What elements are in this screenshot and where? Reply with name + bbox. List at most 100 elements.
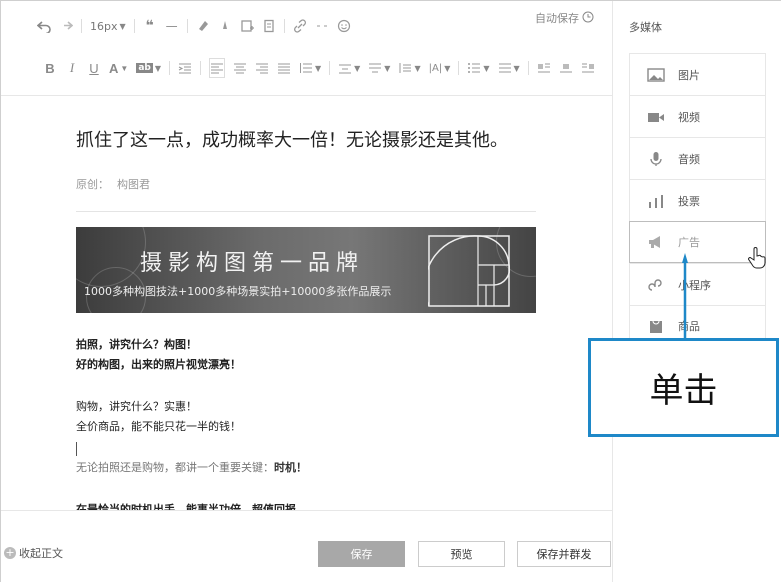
text-cursor [76, 442, 77, 456]
poll-icon [646, 193, 666, 209]
paragraph[interactable]: 好的构图，出来的照片视觉漂亮！ [76, 355, 241, 375]
align-center-icon[interactable] [233, 58, 247, 78]
chevron-down-icon: ▼ [314, 63, 322, 73]
chevron-down-icon: ▼ [384, 63, 391, 73]
sidebar-item-label: 广告 [678, 236, 700, 249]
author-name: 构图君 [117, 178, 150, 191]
sidebar-item-image[interactable]: 图片 [629, 53, 766, 95]
paragraph[interactable]: 拍照，讲究什么？构图！ [76, 335, 197, 355]
space-after-icon[interactable]: ▼ [368, 58, 390, 78]
save-and-publish-button[interactable]: 保存并群发 [517, 541, 611, 567]
align-left-icon[interactable] [208, 58, 225, 78]
sidebar-item-mini-program[interactable]: 小程序 [629, 263, 766, 305]
toolbar-separator [81, 19, 82, 33]
title-divider [76, 211, 536, 212]
plus-circle-icon: + [4, 546, 16, 559]
paragraph[interactable]: 在最恰当的时机出手，能事半功倍，超值回报 [76, 500, 296, 510]
align-justify-icon[interactable] [277, 58, 291, 78]
paragraph[interactable]: 无论拍照还是购物，都讲一个重要关键：时机！ [76, 458, 307, 478]
background-color-button[interactable]: ab ▼ [136, 58, 161, 78]
collapse-body-button[interactable]: + 收起正文 [4, 545, 63, 561]
clear-format-icon[interactable] [218, 16, 232, 36]
banner-title: 摄影构图第一品牌 [140, 251, 365, 276]
chevron-down-icon: ▼ [354, 63, 361, 73]
editor-body[interactable]: 抓住了这一点，成功概率大一倍！无论摄影还是其他。 原创： 构图君 摄影构图第一品牌… [1, 97, 612, 510]
font-color-label: A [109, 60, 119, 76]
collapse-body-label: 收起正文 [19, 547, 63, 560]
clock-icon [582, 11, 594, 26]
chevron-down-icon: ▼ [414, 63, 421, 73]
chevron-down-icon: ▼ [513, 63, 520, 73]
letter-spacing-icon[interactable]: |A| ▼ [429, 58, 451, 78]
font-size-value: 16px [90, 19, 118, 33]
font-size-select[interactable]: 16px ▼ [90, 16, 126, 36]
link-icon[interactable] [293, 16, 307, 36]
chevron-down-icon: ▼ [444, 63, 451, 73]
sidebar-item-audio[interactable]: 音频 [629, 137, 766, 179]
author-label: 原创： [76, 178, 109, 191]
editor-window: 16px ▼ ❝ — 自动保存 B I U A ▼ ab ▼ ▼ ▼ ▼ ▼ |… [0, 0, 781, 582]
banner-image[interactable]: 摄影构图第一品牌 1000多种构图技法+1000多种场景实拍+10000多张作品… [76, 227, 536, 313]
annotation-arrow [682, 253, 688, 339]
article-title[interactable]: 抓住了这一点，成功概率大一倍！无论摄影还是其他。 [76, 126, 508, 152]
font-color-button[interactable]: A ▼ [109, 58, 128, 78]
chevron-down-icon: ▼ [483, 63, 490, 73]
horizontal-rule-icon[interactable]: — [165, 16, 179, 36]
megaphone-icon [646, 234, 666, 250]
product-icon [646, 318, 666, 334]
toolbar-separator [458, 61, 460, 75]
chevron-down-icon: ▼ [119, 21, 126, 31]
float-left-icon[interactable] [537, 58, 551, 78]
undo-icon[interactable] [37, 16, 51, 36]
sidebar-title: 多媒体 [629, 21, 662, 34]
indent-icon[interactable] [178, 58, 192, 78]
format-painter-icon[interactable] [196, 16, 210, 36]
float-none-icon[interactable] [559, 58, 573, 78]
media-sidebar: 多媒体 图片 视频 音频 投票 广告 小程序 商品 [612, 1, 781, 582]
emoji-icon[interactable] [337, 16, 351, 36]
ordered-list-icon[interactable]: ▼ [467, 58, 490, 78]
autosave-label: 自动保存 [535, 12, 579, 25]
image-icon [646, 67, 666, 83]
underline-button[interactable]: U [87, 58, 101, 78]
line-height-icon[interactable]: ▼ [398, 58, 421, 78]
unlink-icon[interactable] [315, 16, 329, 36]
article-author[interactable]: 原创： 构图君 [76, 176, 158, 192]
save-button[interactable]: 保存 [318, 541, 405, 567]
sidebar-item-label: 音频 [678, 152, 700, 166]
space-before-icon[interactable]: ▼ [338, 58, 360, 78]
banner-subtitle: 1000多种构图技法+1000多种场景实拍+10000多张作品展示 [84, 285, 392, 298]
toolbar-separator [527, 61, 529, 75]
toolbar-separator [283, 19, 285, 33]
sidebar-item-label: 图片 [678, 68, 700, 82]
float-right-icon[interactable] [581, 58, 595, 78]
sidebar-item-video[interactable]: 视频 [629, 95, 766, 137]
video-icon [646, 109, 666, 125]
sidebar-item-ad[interactable]: 广告 [629, 221, 766, 263]
sidebar-item-label: 投票 [678, 194, 700, 208]
paragraph-emphasis: 时机！ [274, 461, 307, 474]
sidebar-item-label: 视频 [678, 110, 700, 124]
hand-pointer-icon [748, 247, 766, 269]
redo-icon[interactable] [59, 16, 73, 36]
insert-template-icon[interactable] [240, 16, 254, 36]
unordered-list-icon[interactable]: ▼ [498, 58, 520, 78]
paragraph[interactable]: 全价商品，能不能只花一半的钱！ [76, 417, 241, 437]
toolbar-separator [329, 61, 331, 75]
chevron-down-icon: ▼ [120, 63, 129, 73]
paragraph-spacing-icon[interactable]: ▼ [299, 58, 321, 78]
annotation-callout: 单击 [588, 338, 779, 437]
sidebar-item-poll[interactable]: 投票 [629, 179, 766, 221]
blockquote-icon[interactable]: ❝ [143, 16, 157, 36]
italic-button[interactable]: I [65, 58, 79, 78]
document-icon[interactable] [262, 16, 276, 36]
preview-button[interactable]: 预览 [418, 541, 505, 567]
golden-spiral-logo [428, 235, 510, 307]
align-right-icon[interactable] [255, 58, 269, 78]
toolbar-separator [199, 61, 201, 75]
toolbar-separator [133, 19, 135, 33]
bold-button[interactable]: B [43, 58, 57, 78]
microphone-icon [646, 151, 666, 167]
paragraph[interactable]: 购物，讲究什么？实惠！ [76, 397, 197, 417]
autosave-status: 自动保存 [535, 10, 594, 26]
